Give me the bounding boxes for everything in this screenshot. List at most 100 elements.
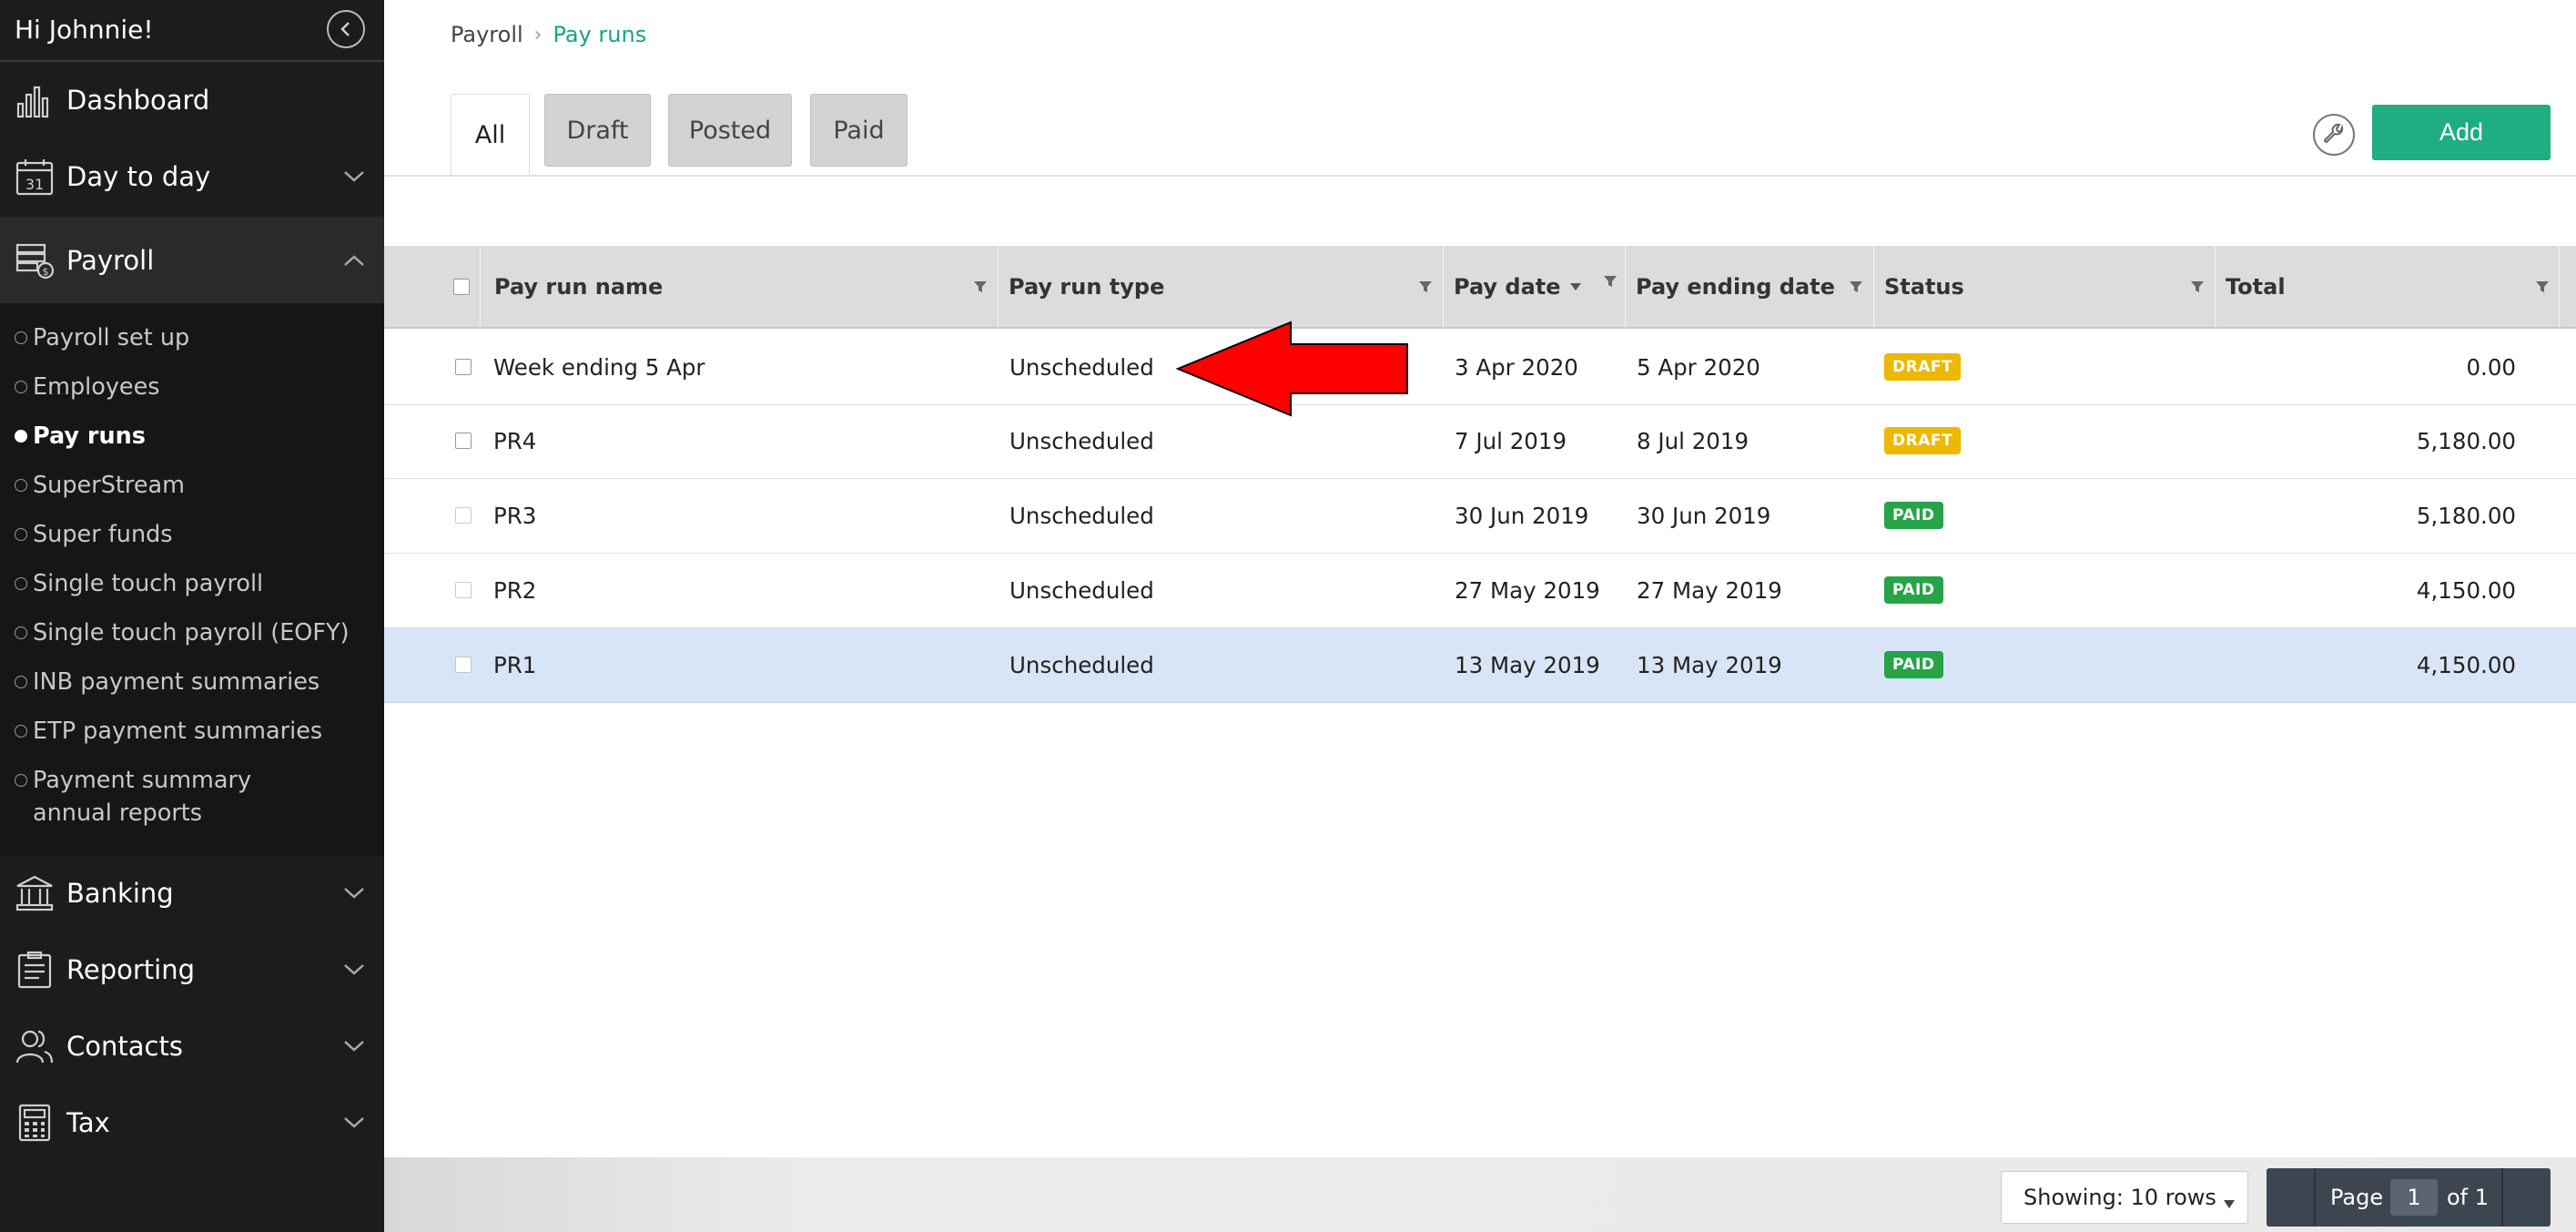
pay-ending-date: 30 Jun 2019: [1637, 502, 1771, 529]
column-header-pay-date[interactable]: Pay date: [1445, 246, 1626, 327]
chevron-left-icon: [340, 22, 350, 36]
bullet-icon: [15, 676, 27, 688]
total: 4,150.00: [2416, 576, 2516, 604]
row-checkbox[interactable]: [455, 507, 472, 524]
filter-icon[interactable]: [1849, 280, 1863, 293]
page-number-input[interactable]: 1: [2390, 1179, 2438, 1216]
pay-ending-date: 8 Jul 2019: [1637, 427, 1749, 454]
nav-label: Contacts: [66, 1031, 183, 1062]
nav-label: Banking: [66, 878, 174, 909]
row-checkbox-cell: [455, 331, 472, 403]
submenu-pay-runs[interactable]: Pay runs: [15, 420, 146, 453]
nav-tax[interactable]: Tax: [0, 1086, 384, 1159]
nav-label: Dashboard: [66, 85, 210, 116]
nav-payroll[interactable]: $ Payroll: [0, 217, 384, 303]
nav-label: Tax: [66, 1107, 110, 1138]
status-badge: PAID: [1884, 576, 1943, 604]
table-row[interactable]: PR3 Unscheduled 30 Jun 2019 30 Jun 2019 …: [384, 479, 2576, 554]
table-row[interactable]: PR4 Unscheduled 7 Jul 2019 8 Jul 2019 DR…: [384, 404, 2576, 479]
pay-run-type: Unscheduled: [1009, 502, 1154, 529]
pay-run-name[interactable]: PR2: [493, 554, 536, 626]
table-footer: Showing: 10 rows Page 1 of 1: [384, 1157, 2576, 1232]
breadcrumb: Payroll › Pay runs: [451, 22, 646, 47]
column-header-ending-date[interactable]: Pay ending date: [1627, 246, 1874, 327]
rows-per-page-select[interactable]: Showing: 10 rows: [2001, 1171, 2248, 1224]
pay-run-name[interactable]: PR3: [493, 479, 536, 552]
row-checkbox[interactable]: [455, 433, 472, 449]
bullet-icon: [15, 577, 27, 590]
bullet-icon: [15, 626, 27, 639]
column-header-status[interactable]: Status: [1875, 246, 2216, 327]
table-row[interactable]: Week ending 5 Apr Unscheduled 3 Apr 2020…: [384, 331, 2576, 405]
column-header-total[interactable]: Total: [2216, 246, 2560, 327]
nav-label: Day to day: [66, 161, 211, 192]
filter-icon[interactable]: [2535, 280, 2550, 293]
select-all-checkbox[interactable]: [452, 278, 470, 295]
pay-run-name[interactable]: PR4: [493, 404, 536, 477]
chevron-right-icon: ›: [533, 23, 543, 46]
submenu-single-touch-payroll[interactable]: Single touch payroll: [15, 567, 263, 600]
submenu-superstream[interactable]: SuperStream: [15, 469, 185, 502]
submenu-employees[interactable]: Employees: [15, 371, 160, 403]
tab-posted[interactable]: Posted: [668, 94, 792, 167]
pay-date: 30 Jun 2019: [1455, 502, 1589, 529]
column-header-type[interactable]: Pay run type: [999, 246, 1444, 327]
table-row-selected[interactable]: PR1 Unscheduled 13 May 2019 13 May 2019 …: [384, 628, 2576, 703]
column-header-name[interactable]: Pay run name: [482, 246, 999, 327]
pay-date: 27 May 2019: [1455, 576, 1600, 604]
page-count: of 1: [2447, 1185, 2490, 1210]
pay-date: 13 May 2019: [1455, 651, 1600, 678]
submenu-inb-payment-summaries[interactable]: INB payment summaries: [15, 666, 319, 698]
collapse-sidebar-button[interactable]: [327, 10, 365, 48]
submenu-super-funds[interactable]: Super funds: [15, 518, 173, 551]
add-button[interactable]: Add: [2372, 105, 2551, 160]
row-checkbox[interactable]: [455, 582, 472, 598]
tab-draft[interactable]: Draft: [544, 94, 651, 167]
payroll-icon: $: [15, 243, 55, 279]
row-checkbox[interactable]: [455, 359, 472, 375]
submenu-payment-summary-annual-reports[interactable]: Payment summary annual reports: [15, 764, 324, 830]
chevron-down-icon: [344, 1117, 364, 1128]
submenu-stp-eofy[interactable]: Single touch payroll (EOFY): [15, 616, 350, 649]
nav-dashboard[interactable]: Dashboard: [0, 64, 384, 137]
pay-ending-date: 5 Apr 2020: [1637, 353, 1760, 381]
contacts-icon: [15, 1030, 54, 1064]
nav-contacts[interactable]: Contacts: [0, 1010, 384, 1083]
status-cell: DRAFT: [1884, 404, 1962, 477]
bullet-icon: [15, 331, 27, 344]
pay-date: 7 Jul 2019: [1455, 427, 1567, 454]
row-checkbox[interactable]: [455, 657, 472, 673]
pay-run-name[interactable]: Week ending 5 Apr: [493, 331, 705, 403]
nav-reporting[interactable]: Reporting: [0, 933, 384, 1006]
calculator-icon: [18, 1104, 51, 1142]
pay-run-name[interactable]: PR1: [493, 628, 536, 701]
divider: [0, 60, 384, 62]
table-row[interactable]: PR2 Unscheduled 27 May 2019 27 May 2019 …: [384, 554, 2576, 628]
breadcrumb-payroll[interactable]: Payroll: [451, 22, 523, 47]
chevron-down-icon: [344, 964, 364, 975]
bullet-icon: [15, 430, 27, 443]
nav-banking[interactable]: Banking: [0, 857, 384, 930]
tab-paid[interactable]: Paid: [810, 94, 908, 167]
breadcrumb-pay-runs[interactable]: Pay runs: [553, 22, 646, 47]
submenu-payroll-set-up[interactable]: Payroll set up: [15, 321, 189, 354]
submenu-etp-payment-summaries[interactable]: ETP payment summaries: [15, 715, 322, 748]
filter-icon[interactable]: [1603, 275, 1618, 288]
pay-run-type: Unscheduled: [1009, 651, 1154, 678]
status-cell: PAID: [1884, 479, 1943, 552]
prev-page-button[interactable]: [2267, 1168, 2316, 1227]
select-all-cell: [442, 246, 481, 327]
chevron-down-icon: [344, 171, 364, 182]
nav-day-to-day[interactable]: 31 Day to day: [0, 140, 384, 213]
next-page-button[interactable]: [2501, 1168, 2551, 1227]
filter-icon[interactable]: [973, 280, 988, 293]
main-content: Payroll › Pay runs All Draft Posted Paid…: [384, 0, 2576, 1232]
filter-icon[interactable]: [2190, 280, 2205, 293]
filter-icon[interactable]: [1418, 280, 1433, 293]
tab-all[interactable]: All: [451, 94, 530, 177]
status-cell: DRAFT: [1884, 331, 1962, 403]
total: 5,180.00: [2416, 502, 2516, 529]
total: 5,180.00: [2416, 427, 2516, 454]
tabs-divider: [384, 175, 2576, 177]
settings-button[interactable]: [2313, 114, 2355, 156]
